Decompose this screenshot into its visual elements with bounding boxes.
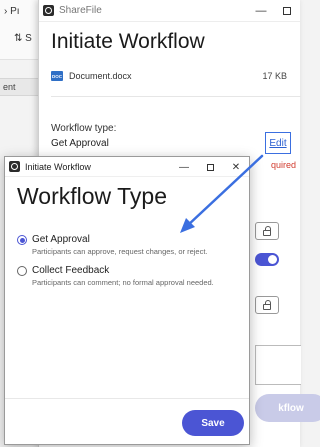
- annotation-arrow: [180, 154, 264, 233]
- arrow-shaft: [185, 154, 264, 228]
